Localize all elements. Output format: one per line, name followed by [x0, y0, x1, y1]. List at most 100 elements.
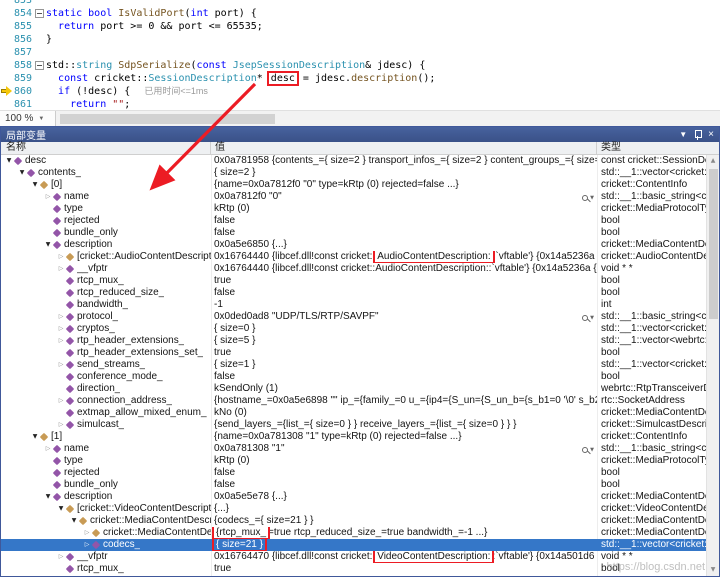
- vertical-scrollbar[interactable]: ▲ ▼: [706, 155, 719, 576]
- variable-row[interactable]: ▼desc0x0a781958 {contents_={ size=2 } tr…: [1, 155, 707, 167]
- variable-row[interactable]: rtcp_mux_truebool: [1, 275, 707, 287]
- variable-name-cell: ▷__vfptr: [1, 551, 211, 563]
- variable-row[interactable]: ▷send_streams_{ size=1 }std::__1::vector…: [1, 359, 707, 371]
- variable-row[interactable]: ▷name0x0a781308 "1"▼std::__1::basic_stri…: [1, 443, 707, 455]
- collapse-arrow-icon[interactable]: ▼: [56, 503, 66, 515]
- collapse-arrow-icon[interactable]: ▼: [30, 431, 40, 443]
- code-line[interactable]: 859 const cricket::SessionDescription* d…: [0, 72, 720, 85]
- variable-row[interactable]: extmap_allow_mixed_enum_kNo (0)cricket::…: [1, 407, 707, 419]
- code-line[interactable]: 858std::string SdpSerialize(const JsepSe…: [0, 59, 720, 72]
- variable-row[interactable]: bandwidth_-1int: [1, 299, 707, 311]
- scroll-up-icon[interactable]: ▲: [707, 155, 719, 167]
- magnifier-dropdown[interactable]: ▼: [582, 192, 594, 203]
- code-token: [46, 73, 58, 84]
- variable-row[interactable]: rtcp_reduced_size_falsebool: [1, 287, 707, 299]
- code-editor[interactable]: 853854static bool IsValidPort(int port) …: [0, 0, 720, 110]
- variable-row[interactable]: ▼description0x0a5e5e78 {...}cricket::Med…: [1, 491, 707, 503]
- collapse-arrow-icon[interactable]: ▼: [17, 167, 27, 179]
- variable-row[interactable]: ▷__vfptr0x16764470 {libcef.dll!const cri…: [1, 551, 707, 563]
- variable-row[interactable]: ▼[1]{name=0x0a781308 "1" type=kRtp (0) r…: [1, 431, 707, 443]
- column-header-value[interactable]: 值: [211, 142, 597, 154]
- collapse-region-icon[interactable]: [35, 61, 44, 70]
- variable-row[interactable]: ▼cricket::MediaContentDescri...{codecs_=…: [1, 515, 707, 527]
- horizontal-scrollbar[interactable]: [56, 111, 720, 126]
- variable-row[interactable]: ▷connection_address_{hostname_=0x0a5e689…: [1, 395, 707, 407]
- variable-row[interactable]: typekRtp (0)cricket::MediaProtocolType: [1, 203, 707, 215]
- collapse-arrow-icon[interactable]: ▼: [43, 239, 53, 251]
- magnifier-icon[interactable]: [582, 195, 588, 201]
- code-line[interactable]: 854static bool IsValidPort(int port) {: [0, 7, 720, 20]
- variable-row[interactable]: ▷protocol_0x0ded0ad8 "UDP/TLS/RTP/SAVPF"…: [1, 311, 707, 323]
- variable-row[interactable]: rtp_header_extensions_set_truebool: [1, 347, 707, 359]
- variable-row[interactable]: ▷rtp_header_extensions_{ size=5 }std::__…: [1, 335, 707, 347]
- collapse-region-icon[interactable]: [35, 9, 44, 18]
- code-line[interactable]: 860 if (!desc) {已用时间<=1ms: [0, 85, 720, 98]
- horizontal-scrollbar-thumb[interactable]: [60, 114, 275, 124]
- variable-row[interactable]: bundle_onlyfalsebool: [1, 227, 707, 239]
- locals-title-bar[interactable]: 局部变量 ▼ ×: [1, 127, 719, 142]
- expand-arrow-icon[interactable]: ▷: [43, 443, 53, 455]
- variable-row[interactable]: ▼[cricket::VideoContentDescripti...{...}…: [1, 503, 707, 515]
- value-text: 0x0a7812f0 "0": [214, 191, 282, 202]
- code-line[interactable]: 857: [0, 46, 720, 59]
- variable-row[interactable]: rejectedfalsebool: [1, 467, 707, 479]
- variable-row[interactable]: ▼[0]{name=0x0a7812f0 "0" type=kRtp (0) r…: [1, 179, 707, 191]
- collapse-arrow-icon[interactable]: ▼: [43, 491, 53, 503]
- code-line[interactable]: 861 return "";: [0, 98, 720, 110]
- expand-arrow-icon[interactable]: ▷: [82, 527, 92, 539]
- variable-row[interactable]: ▷cricket::MediaContentDe...{rtcp_mux_=tr…: [1, 527, 707, 539]
- variable-row[interactable]: ▷__vfptr0x16764440 {libcef.dll!const cri…: [1, 263, 707, 275]
- variable-type-cell: bool: [597, 371, 707, 383]
- variable-row[interactable]: ▼description0x0a5e6850 {...}cricket::Med…: [1, 239, 707, 251]
- pin-icon[interactable]: [694, 130, 701, 140]
- expand-arrow-icon[interactable]: ▷: [56, 359, 66, 371]
- magnifier-icon[interactable]: [582, 447, 588, 453]
- variable-row[interactable]: rejectedfalsebool: [1, 215, 707, 227]
- collapse-arrow-icon[interactable]: ▼: [4, 155, 14, 167]
- close-icon[interactable]: ×: [708, 130, 714, 140]
- variable-row[interactable]: rtcp_mux_truebool: [1, 563, 707, 575]
- expand-arrow-icon[interactable]: ▷: [82, 539, 92, 551]
- collapse-arrow-icon[interactable]: ▼: [69, 515, 79, 527]
- perf-tip[interactable]: 已用时间<=1ms: [130, 86, 208, 96]
- expand-arrow-icon[interactable]: ▷: [43, 191, 53, 203]
- expand-arrow-icon[interactable]: ▷: [56, 263, 66, 275]
- column-header-type[interactable]: 类型: [597, 142, 719, 154]
- collapse-arrow-icon[interactable]: ▼: [30, 179, 40, 191]
- variable-row[interactable]: ▷cryptos_{ size=0 }std::__1::vector<cric…: [1, 323, 707, 335]
- vertical-scrollbar-thumb[interactable]: [709, 169, 718, 319]
- variable-row[interactable]: ▷name0x0a7812f0 "0"▼std::__1::basic_stri…: [1, 191, 707, 203]
- expand-arrow-icon[interactable]: ▷: [56, 419, 66, 431]
- variable-row[interactable]: direction_kSendOnly (1)webrtc::RtpTransc…: [1, 383, 707, 395]
- value-text: { size=1 }: [214, 359, 255, 370]
- variable-row[interactable]: ▷codecs_{ size=21 }std::__1::vector<cric…: [1, 539, 707, 551]
- code-line[interactable]: 853: [0, 0, 720, 7]
- variable-row[interactable]: ▼contents_{ size=2 }std::__1::vector<cri…: [1, 167, 707, 179]
- value-text: false: [214, 371, 235, 382]
- variable-row[interactable]: ▷[cricket::AudioContentDescripti...0x167…: [1, 251, 707, 263]
- variable-name: send_streams_: [77, 359, 145, 371]
- magnifier-dropdown[interactable]: ▼: [582, 312, 594, 323]
- expand-arrow-icon[interactable]: ▷: [56, 323, 66, 335]
- expand-arrow-icon[interactable]: ▷: [56, 335, 66, 347]
- value-text: kSendOnly (1): [214, 383, 278, 394]
- column-header-name[interactable]: 名称: [1, 142, 211, 154]
- variable-row[interactable]: bundle_onlyfalsebool: [1, 479, 707, 491]
- expand-arrow-icon[interactable]: ▷: [56, 251, 66, 263]
- line-number: 860: [10, 85, 32, 98]
- magnifier-dropdown[interactable]: ▼: [582, 444, 594, 455]
- expand-arrow-icon[interactable]: ▷: [56, 551, 66, 563]
- magnifier-icon[interactable]: [582, 315, 588, 321]
- scroll-down-icon[interactable]: ▼: [707, 564, 719, 576]
- current-statement-icon: [1, 89, 6, 93]
- code-line[interactable]: 856}: [0, 33, 720, 46]
- code-line[interactable]: 855 return port >= 0 && port <= 65535;: [0, 20, 720, 33]
- zoom-control[interactable]: 100 % ▼: [0, 111, 56, 126]
- expand-arrow-icon[interactable]: ▷: [56, 311, 66, 323]
- variable-row[interactable]: conference_mode_falsebool: [1, 371, 707, 383]
- annotated-value: AudioContentDescription:: [375, 251, 492, 262]
- variable-row[interactable]: typekRtp (0)cricket::MediaProtocolType: [1, 455, 707, 467]
- window-position-icon[interactable]: ▼: [679, 130, 687, 140]
- expand-arrow-icon[interactable]: ▷: [56, 395, 66, 407]
- variable-row[interactable]: ▷simulcast_{send_layers_={list_={ size=0…: [1, 419, 707, 431]
